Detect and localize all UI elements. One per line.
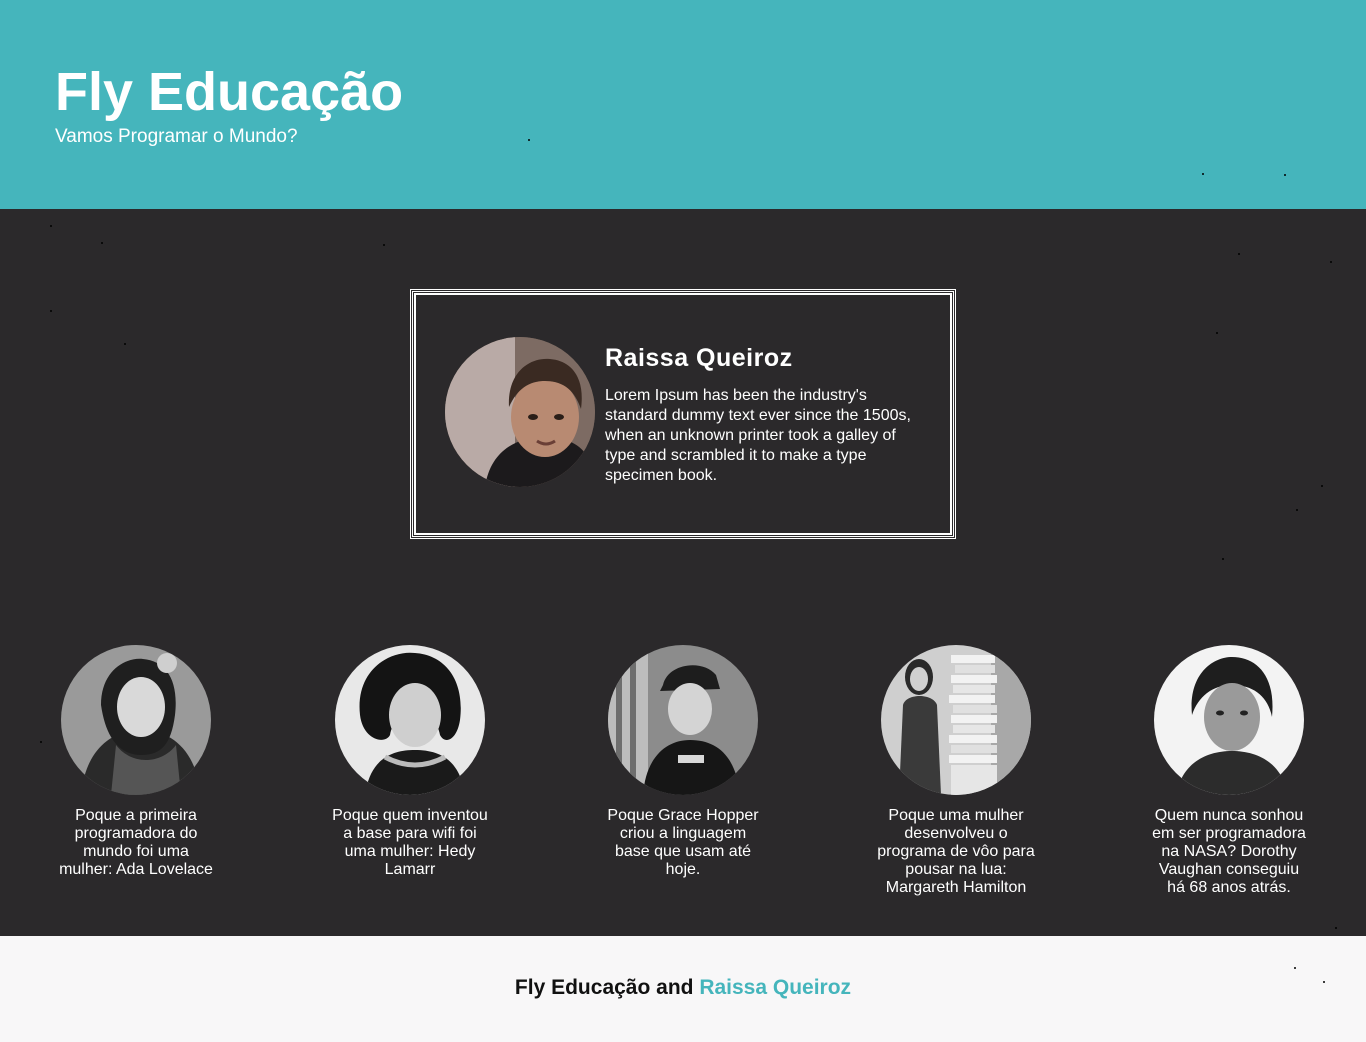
portrait-hedy-lamarr-icon — [335, 645, 485, 795]
star-dot — [1216, 332, 1218, 334]
woman-caption: Quem nunca sonhou em ser programadora na… — [1152, 807, 1306, 896]
star-dot — [1330, 261, 1332, 263]
profile-name: Raissa Queiroz — [605, 344, 793, 372]
star-dot — [101, 242, 103, 244]
portrait-dorothy-vaughan-icon — [1154, 645, 1304, 795]
star-dot — [528, 139, 530, 141]
star-dot — [1294, 967, 1296, 969]
star-dot — [1321, 485, 1323, 487]
portrait-ada-lovelace-icon — [61, 645, 211, 795]
site-footer: Fly Educação and Raissa Queiroz — [0, 936, 1366, 1042]
star-dot — [1202, 173, 1204, 175]
portrait-grace-hopper-icon — [608, 645, 758, 795]
portrait-margareth-hamilton-icon — [881, 645, 1031, 795]
star-dot — [1335, 927, 1337, 929]
star-dot — [1296, 509, 1298, 511]
footer-author-link[interactable]: Raissa Queiroz — [699, 976, 851, 999]
site-title: Fly Educação — [55, 62, 404, 122]
star-dot — [124, 343, 126, 345]
star-dot — [383, 244, 385, 246]
star-dot — [1222, 558, 1224, 560]
woman-card: Quem nunca sonhou em ser programadora na… — [1139, 645, 1319, 897]
person-photo-avatar — [445, 337, 595, 487]
star-dot — [40, 741, 42, 743]
site-subtitle: Vamos Programar o Mundo? — [55, 126, 298, 147]
site-header: Fly Educação Vamos Programar o Mundo? — [0, 0, 1366, 209]
profile-card: Raissa Queiroz Lorem Ipsum has been the … — [410, 289, 956, 539]
woman-caption: Poque quem inventou a base para wifi foi… — [332, 807, 488, 878]
star-dot — [1284, 174, 1286, 176]
footer-credits: Fly Educação and Raissa Queiroz — [0, 976, 1366, 1000]
profile-bio: Lorem Ipsum has been the industry's stan… — [605, 387, 911, 484]
star-dot — [1238, 253, 1240, 255]
woman-card: Poque uma mulher desenvolveu o programa … — [866, 645, 1046, 897]
woman-card: Poque a primeira programadora do mundo f… — [46, 645, 226, 879]
woman-card: Poque Grace Hopper criou a linguagem bas… — [593, 645, 773, 879]
woman-caption: Poque a primeira programadora do mundo f… — [59, 807, 213, 878]
star-dot — [1323, 981, 1325, 983]
star-dot — [50, 225, 52, 227]
woman-card: Poque quem inventou a base para wifi foi… — [320, 645, 500, 879]
footer-prefix: Fly Educação and — [514, 976, 694, 999]
woman-caption: Poque Grace Hopper criou a linguagem bas… — [607, 807, 759, 878]
woman-caption: Poque uma mulher desenvolveu o programa … — [877, 807, 1035, 896]
star-dot — [50, 310, 52, 312]
